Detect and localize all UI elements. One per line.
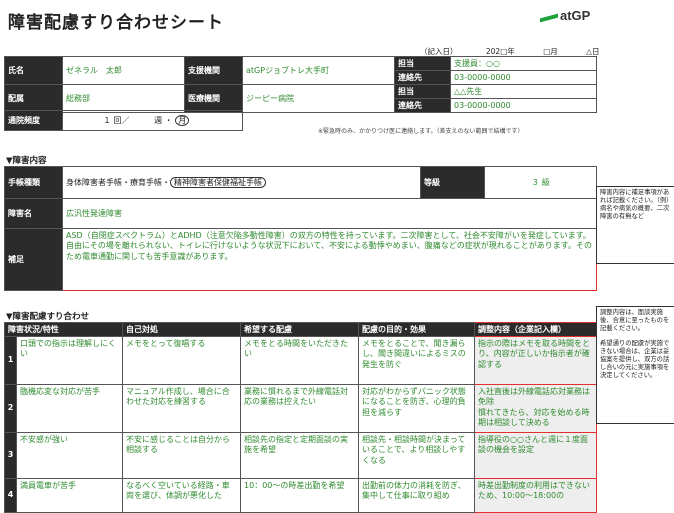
contact1-value-2[interactable]: 03-0000-0000 — [450, 70, 597, 85]
date-month: □月 — [543, 47, 558, 56]
cell-self-coping[interactable]: マニュアル作成し、場合に合わせた対応を練習する — [122, 384, 242, 433]
cell-purpose[interactable]: 相談先・相談時間が決まっていることで、より相談しやすくなる — [358, 432, 476, 479]
row-number: 2 — [4, 384, 17, 433]
contact1-label-2: 連絡先 — [394, 70, 451, 85]
header-adjustment: 調整内容（企業記入欄） — [474, 322, 598, 337]
cell-adjustment[interactable]: 入社直後は外線電話応対業務は免除 慣れてきたら、対応を始める時期は相談して決める — [474, 384, 598, 433]
header-requested: 希望する配慮 — [240, 322, 360, 337]
date-year: 202□年 — [485, 47, 515, 56]
cell-adjustment[interactable]: 指示の際はメモを取る時間をとり、内容が正しいか指示者が確認する — [474, 336, 598, 385]
cell-requested[interactable]: メモをとる時間をいただきたい — [240, 336, 360, 385]
date-day: △日 — [586, 47, 600, 56]
handbook-type-value[interactable]: 身体障害者手帳・療育手帳・ 精神障害者保健福祉手帳 — [62, 166, 421, 199]
name-value[interactable]: ゼネラル 太郎 — [62, 56, 185, 85]
grade-value[interactable]: ３ 級 — [484, 166, 597, 199]
header-purpose: 配慮の目的・効果 — [358, 322, 476, 337]
cell-self-coping[interactable]: 不安に感じることは自分から相談する — [122, 432, 242, 479]
disability-name-label: 障害名 — [4, 198, 63, 229]
cell-status[interactable]: 臨機応変な対応が苦手 — [15, 384, 124, 433]
cell-purpose[interactable]: メモをとることで、聞き漏らし、聞き間違いによるミスの発生を防ぐ — [358, 336, 476, 385]
date-label: （記入日） — [420, 47, 458, 56]
visit-unit-month[interactable]: 月 — [175, 115, 190, 126]
handbook-type-label: 手帳種類 — [4, 166, 63, 199]
contact2-label-2: 連絡先 — [394, 98, 451, 113]
matching-comment: 調整内容は、面談実施後、合意に至ったものを記載ください。 希望通りの配慮が実施で… — [596, 306, 674, 424]
visit-unit-week[interactable]: 週 — [154, 116, 162, 125]
contact2-label-1: 担当 — [394, 84, 451, 99]
cell-self-coping[interactable]: なるべく空いている経路・車両を選び、体調が悪化した — [122, 478, 242, 513]
cell-status[interactable]: 口頭での指示は理解しにくい — [15, 336, 124, 385]
cell-requested[interactable]: 相談先の指定と定期面談の実施を希望 — [240, 432, 360, 479]
table-row: 3 不安感が強い 不安に感じることは自分から相談する 相談先の指定と定期面談の実… — [4, 432, 598, 479]
cell-purpose[interactable]: 対応がわからずパニック状態になることを防ぎ、心理的負担を減らす — [358, 384, 476, 433]
grade-label: 等級 — [420, 166, 485, 199]
handbook-type-options: 身体障害者手帳・療育手帳・ — [66, 178, 170, 187]
cell-requested[interactable]: 10：00〜の時差出勤を希望 — [240, 478, 360, 513]
handbook-type-selected[interactable]: 精神障害者保健福祉手帳 — [170, 177, 266, 188]
row-number: 4 — [4, 478, 17, 513]
clinic-value[interactable]: ジーピー病院 — [242, 84, 395, 113]
name-label: 氏名 — [4, 56, 63, 85]
disability-comment: 障害内容に補足事項があれば記載ください。（例）病名や病気の概要、二次障害の有無な… — [596, 186, 674, 264]
contact2-value-1[interactable]: △△先生 — [450, 84, 597, 99]
matching-table: 障害状況/特性 自己対処 希望する配慮 配慮の目的・効果 調整内容（企業記入欄）… — [3, 322, 598, 513]
cell-status[interactable]: 満員電車が苦手 — [15, 478, 124, 513]
logo-text: atGP — [560, 8, 591, 23]
table-row: 2 臨機応変な対応が苦手 マニュアル作成し、場合に合わせた対応を練習する 業務に… — [4, 384, 598, 433]
cell-adjustment[interactable]: 指導役の○○さんと週に１度面談の機会を設定 — [474, 432, 598, 479]
emergency-note: ※緊急時のみ、かかりつけ医に連絡します。（差支えのない範囲で結構です） — [318, 128, 524, 135]
visit-label: 通院頻度 — [4, 110, 63, 131]
visit-separator: ・ — [164, 116, 173, 125]
disability-section-title: ▼障害内容 — [6, 156, 47, 166]
table-row: 1 口頭での指示は理解しにくい メモをとって復唱する メモをとる時間をいただきた… — [4, 336, 598, 385]
atgp-logo: atGP — [540, 8, 596, 24]
cell-adjustment[interactable]: 時差出勤制度の利用はできないため、10:00〜18:00の — [474, 478, 598, 513]
supplement-label: 補足 — [4, 228, 63, 291]
page-title: 障害配慮すり合わせシート — [8, 13, 224, 33]
cell-requested[interactable]: 業務に慣れるまで外線電話対応の業務は控えたい — [240, 384, 360, 433]
contact2-value-2[interactable]: 03-0000-0000 — [450, 98, 597, 113]
clinic-label: 医療機関 — [184, 84, 243, 113]
cell-status[interactable]: 不安感が強い — [15, 432, 124, 479]
org-label: 支援機関 — [184, 56, 243, 85]
matching-section-title: ▼障害配慮すり合わせ — [6, 312, 90, 322]
dept-value[interactable]: 総務部 — [62, 84, 185, 113]
cell-self-coping[interactable]: メモをとって復唱する — [122, 336, 242, 385]
row-number: 3 — [4, 432, 17, 479]
contact1-value-1[interactable]: 支援員：○○ — [450, 56, 597, 71]
disability-table: 手帳種類 身体障害者手帳・療育手帳・ 精神障害者保健福祉手帳 等級 ３ 級 障害名… — [4, 166, 597, 291]
basic-info-table: 氏名 ゼネラル 太郎 支援機関 atGPジョブトレ大手町 担当 支援員：○○ 連… — [4, 56, 597, 113]
contact1-label-1: 担当 — [394, 56, 451, 71]
logo-mark-icon — [540, 13, 558, 23]
disability-name-value[interactable]: 広汎性発達障害 — [62, 198, 597, 229]
visit-count: １ 回／ — [103, 116, 130, 125]
supplement-value[interactable]: ASD（自閉症スペクトラム）とADHD（注意欠陥多動性障害）の双方の特性を持って… — [62, 228, 597, 291]
table-row: 4 満員電車が苦手 なるべく空いている経路・車両を選び、体調が悪化した 10：0… — [4, 478, 598, 513]
visit-table: 通院頻度 １ 回／ 週 ・ 月 — [4, 110, 243, 131]
header-status: 障害状況/特性 — [3, 322, 124, 337]
cell-purpose[interactable]: 出勤前の体力の消耗を防ぎ、集中して仕事に取り組め — [358, 478, 476, 513]
visit-frequency[interactable]: １ 回／ 週 ・ 月 — [62, 110, 243, 131]
row-number: 1 — [4, 336, 17, 385]
dept-label: 配属 — [4, 84, 63, 113]
org-value[interactable]: atGPジョブトレ大手町 — [242, 56, 395, 85]
header-self-coping: 自己対処 — [122, 322, 242, 337]
